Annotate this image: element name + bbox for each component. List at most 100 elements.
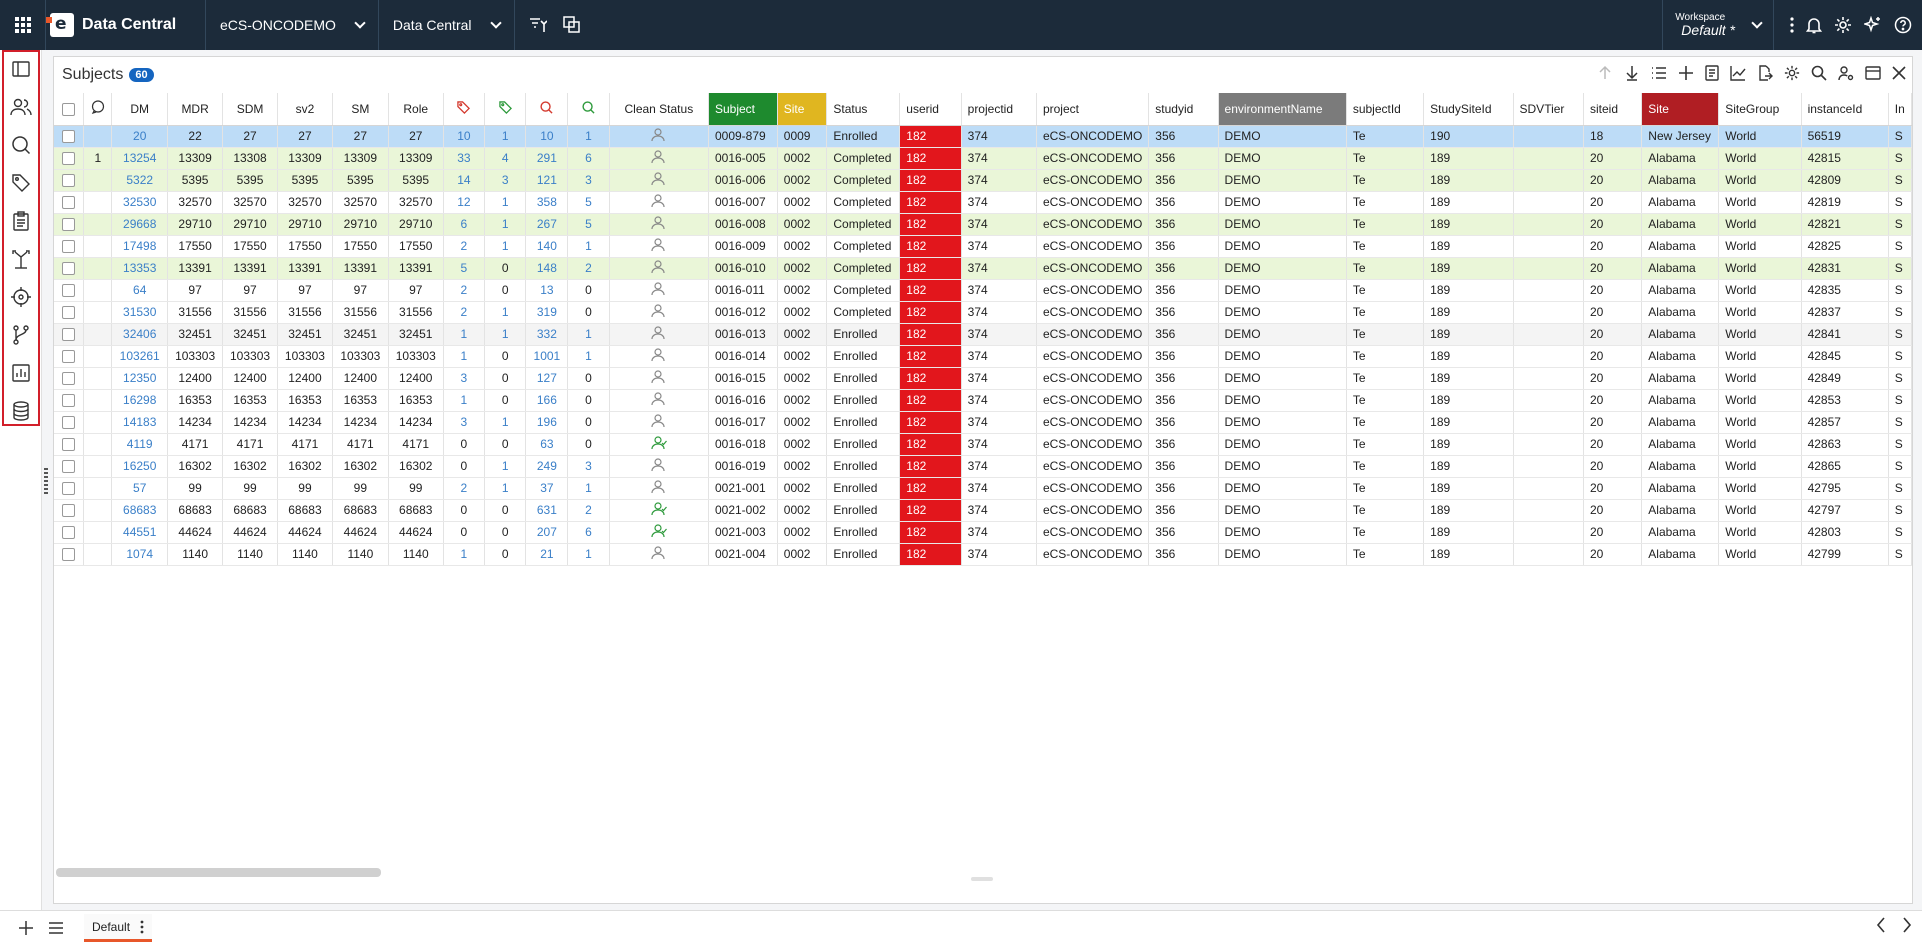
row-checkbox[interactable] xyxy=(62,548,76,562)
table-row[interactable]: 29668 29710 29710 29710 29710 29710 6 1 267 5 0016… xyxy=(54,213,1912,236)
layers-copy-icon[interactable] xyxy=(562,16,581,34)
column-header-mdr[interactable]: MDR xyxy=(167,93,224,126)
row-select-cell[interactable] xyxy=(54,367,85,390)
column-header-siteid[interactable]: siteid xyxy=(1583,93,1643,126)
dm-cell[interactable]: 103261 xyxy=(111,345,169,368)
line-chart-icon[interactable] xyxy=(1730,65,1746,81)
query-green-cell[interactable]: 1 xyxy=(567,543,610,566)
tag-red-cell[interactable]: 12 xyxy=(443,191,486,214)
column-header-subject[interactable]: Subject xyxy=(708,93,778,126)
comment-header[interactable] xyxy=(83,93,113,126)
tag-red-cell[interactable]: 1 xyxy=(443,323,486,346)
row-select-cell[interactable] xyxy=(54,389,85,412)
query-green-cell[interactable]: 5 xyxy=(567,213,610,236)
target-icon[interactable] xyxy=(8,284,34,310)
table-row[interactable]: 32530 32570 32570 32570 32570 32570 12 1 358 5 001… xyxy=(54,191,1912,214)
row-checkbox[interactable] xyxy=(62,240,76,254)
tag-green-cell[interactable]: 1 xyxy=(484,301,527,324)
row-select-cell[interactable] xyxy=(54,521,85,544)
query-green-cell[interactable]: 2 xyxy=(567,257,610,280)
column-header-site-group[interactable]: SiteGroup xyxy=(1718,93,1802,126)
branch-arrows-icon[interactable] xyxy=(8,246,34,272)
query-red-cell[interactable]: 358 xyxy=(525,191,569,214)
tag-red-cell[interactable]: 3 xyxy=(443,367,486,390)
row-select-cell[interactable] xyxy=(54,125,85,148)
tab-default[interactable]: Default xyxy=(84,914,153,942)
table-row[interactable]: 16298 16353 16353 16353 16353 16353 1 0 166 0 0016… xyxy=(54,389,1912,412)
table-row[interactable]: 5322 5395 5395 5395 5395 5395 14 3 121 3 0016-006 0… xyxy=(54,169,1912,192)
query-red-cell[interactable]: 332 xyxy=(525,323,569,346)
row-checkbox[interactable] xyxy=(62,460,76,474)
row-select-cell[interactable] xyxy=(54,477,85,500)
tag-red-cell[interactable]: 1 xyxy=(443,543,486,566)
query-red-cell[interactable]: 267 xyxy=(525,213,569,236)
table-row[interactable]: 13353 13391 13391 13391 13391 13391 5 0 148 2 0016… xyxy=(54,257,1912,280)
tag-red-cell[interactable]: 1 xyxy=(443,389,486,412)
dm-cell[interactable]: 20 xyxy=(111,125,169,148)
query-red-cell[interactable]: 631 xyxy=(525,499,569,522)
row-checkbox[interactable] xyxy=(62,394,76,408)
clipboard-icon[interactable] xyxy=(8,208,34,234)
query-green-cell[interactable]: 1 xyxy=(567,477,610,500)
column-header-sm[interactable]: SM xyxy=(332,93,389,126)
tag-red-cell[interactable]: 6 xyxy=(443,213,486,236)
query-red-cell[interactable]: 121 xyxy=(525,169,569,192)
table-row[interactable]: 64 97 97 97 97 97 2 0 13 0 0016-011 0002 Completed 18… xyxy=(54,279,1912,302)
query-green-cell[interactable]: 3 xyxy=(567,455,610,478)
resize-grip[interactable] xyxy=(44,468,48,494)
tag-green-cell[interactable]: 1 xyxy=(484,191,527,214)
bar-chart-icon[interactable] xyxy=(8,360,34,386)
chevron-right-icon[interactable] xyxy=(1902,917,1912,933)
column-header-project[interactable]: project xyxy=(1036,93,1150,126)
query-red-cell[interactable]: 127 xyxy=(525,367,569,390)
tag-green-cell[interactable]: 1 xyxy=(484,455,527,478)
select-all-checkbox[interactable] xyxy=(62,102,76,116)
dm-cell[interactable]: 1074 xyxy=(111,543,169,566)
row-checkbox[interactable] xyxy=(62,372,76,386)
column-header-query-red[interactable] xyxy=(525,93,569,126)
workspace-selector[interactable]: Workspace Default * xyxy=(1662,0,1773,50)
column-header-clean-status[interactable]: Clean Status xyxy=(609,93,709,126)
column-header-subject-id[interactable]: subjectId xyxy=(1346,93,1425,126)
tag-red-cell[interactable]: 33 xyxy=(443,147,486,170)
add-tab-button[interactable] xyxy=(12,920,40,936)
query-red-cell[interactable]: 140 xyxy=(525,235,569,258)
column-header-userid[interactable]: userid xyxy=(899,93,962,126)
column-header-sv2[interactable]: sv2 xyxy=(277,93,333,126)
table-row[interactable]: 4119 4171 4171 4171 4171 4171 0 0 63 0 0016-018 000… xyxy=(54,433,1912,456)
query-red-cell[interactable]: 196 xyxy=(525,411,569,434)
dm-cell[interactable]: 14183 xyxy=(111,411,169,434)
select-all-header[interactable] xyxy=(54,93,85,126)
more-vertical-icon[interactable] xyxy=(1790,17,1794,33)
bell-icon[interactable] xyxy=(1806,16,1822,34)
row-select-cell[interactable] xyxy=(54,213,85,236)
table-row[interactable]: 17498 17550 17550 17550 17550 17550 2 1 140 1 0016… xyxy=(54,235,1912,258)
sparkle-ai-icon[interactable] xyxy=(1864,16,1882,34)
column-header-status[interactable]: Status xyxy=(826,93,901,126)
row-select-cell[interactable] xyxy=(54,455,85,478)
dm-cell[interactable]: 29668 xyxy=(111,213,169,236)
query-red-cell[interactable]: 1001 xyxy=(525,345,569,368)
column-header-study-site-id[interactable]: StudySiteId xyxy=(1423,93,1514,126)
column-header-tag-red[interactable] xyxy=(443,93,486,126)
settings-icon[interactable] xyxy=(1784,65,1800,81)
query-green-cell[interactable]: 1 xyxy=(567,323,610,346)
table-row[interactable]: 12350 12400 12400 12400 12400 12400 3 0 127 0 0016… xyxy=(54,367,1912,390)
download-icon[interactable] xyxy=(1624,65,1640,81)
dm-cell[interactable]: 64 xyxy=(111,279,169,302)
row-select-cell[interactable] xyxy=(54,543,85,566)
table-row[interactable]: 57 99 99 99 99 99 2 1 37 1 0021-001 0002 Enrolled 182… xyxy=(54,477,1912,500)
tag-green-cell[interactable]: 3 xyxy=(484,169,527,192)
git-fork-icon[interactable] xyxy=(8,322,34,348)
column-header-in[interactable]: In xyxy=(1888,93,1912,126)
query-red-cell[interactable]: 148 xyxy=(525,257,569,280)
row-checkbox[interactable] xyxy=(62,504,76,518)
query-green-cell[interactable]: 6 xyxy=(567,147,610,170)
table-row[interactable]: 16250 16302 16302 16302 16302 16302 0 1 249 3 0016… xyxy=(54,455,1912,478)
column-header-role[interactable]: Role xyxy=(388,93,444,126)
query-green-cell[interactable]: 3 xyxy=(567,169,610,192)
query-red-cell[interactable]: 207 xyxy=(525,521,569,544)
table-row[interactable]: 68683 68683 68683 68683 68683 68683 0 0 631 2 0021… xyxy=(54,499,1912,522)
column-header-site-name[interactable]: Site xyxy=(1641,93,1720,126)
row-select-cell[interactable] xyxy=(54,433,85,456)
